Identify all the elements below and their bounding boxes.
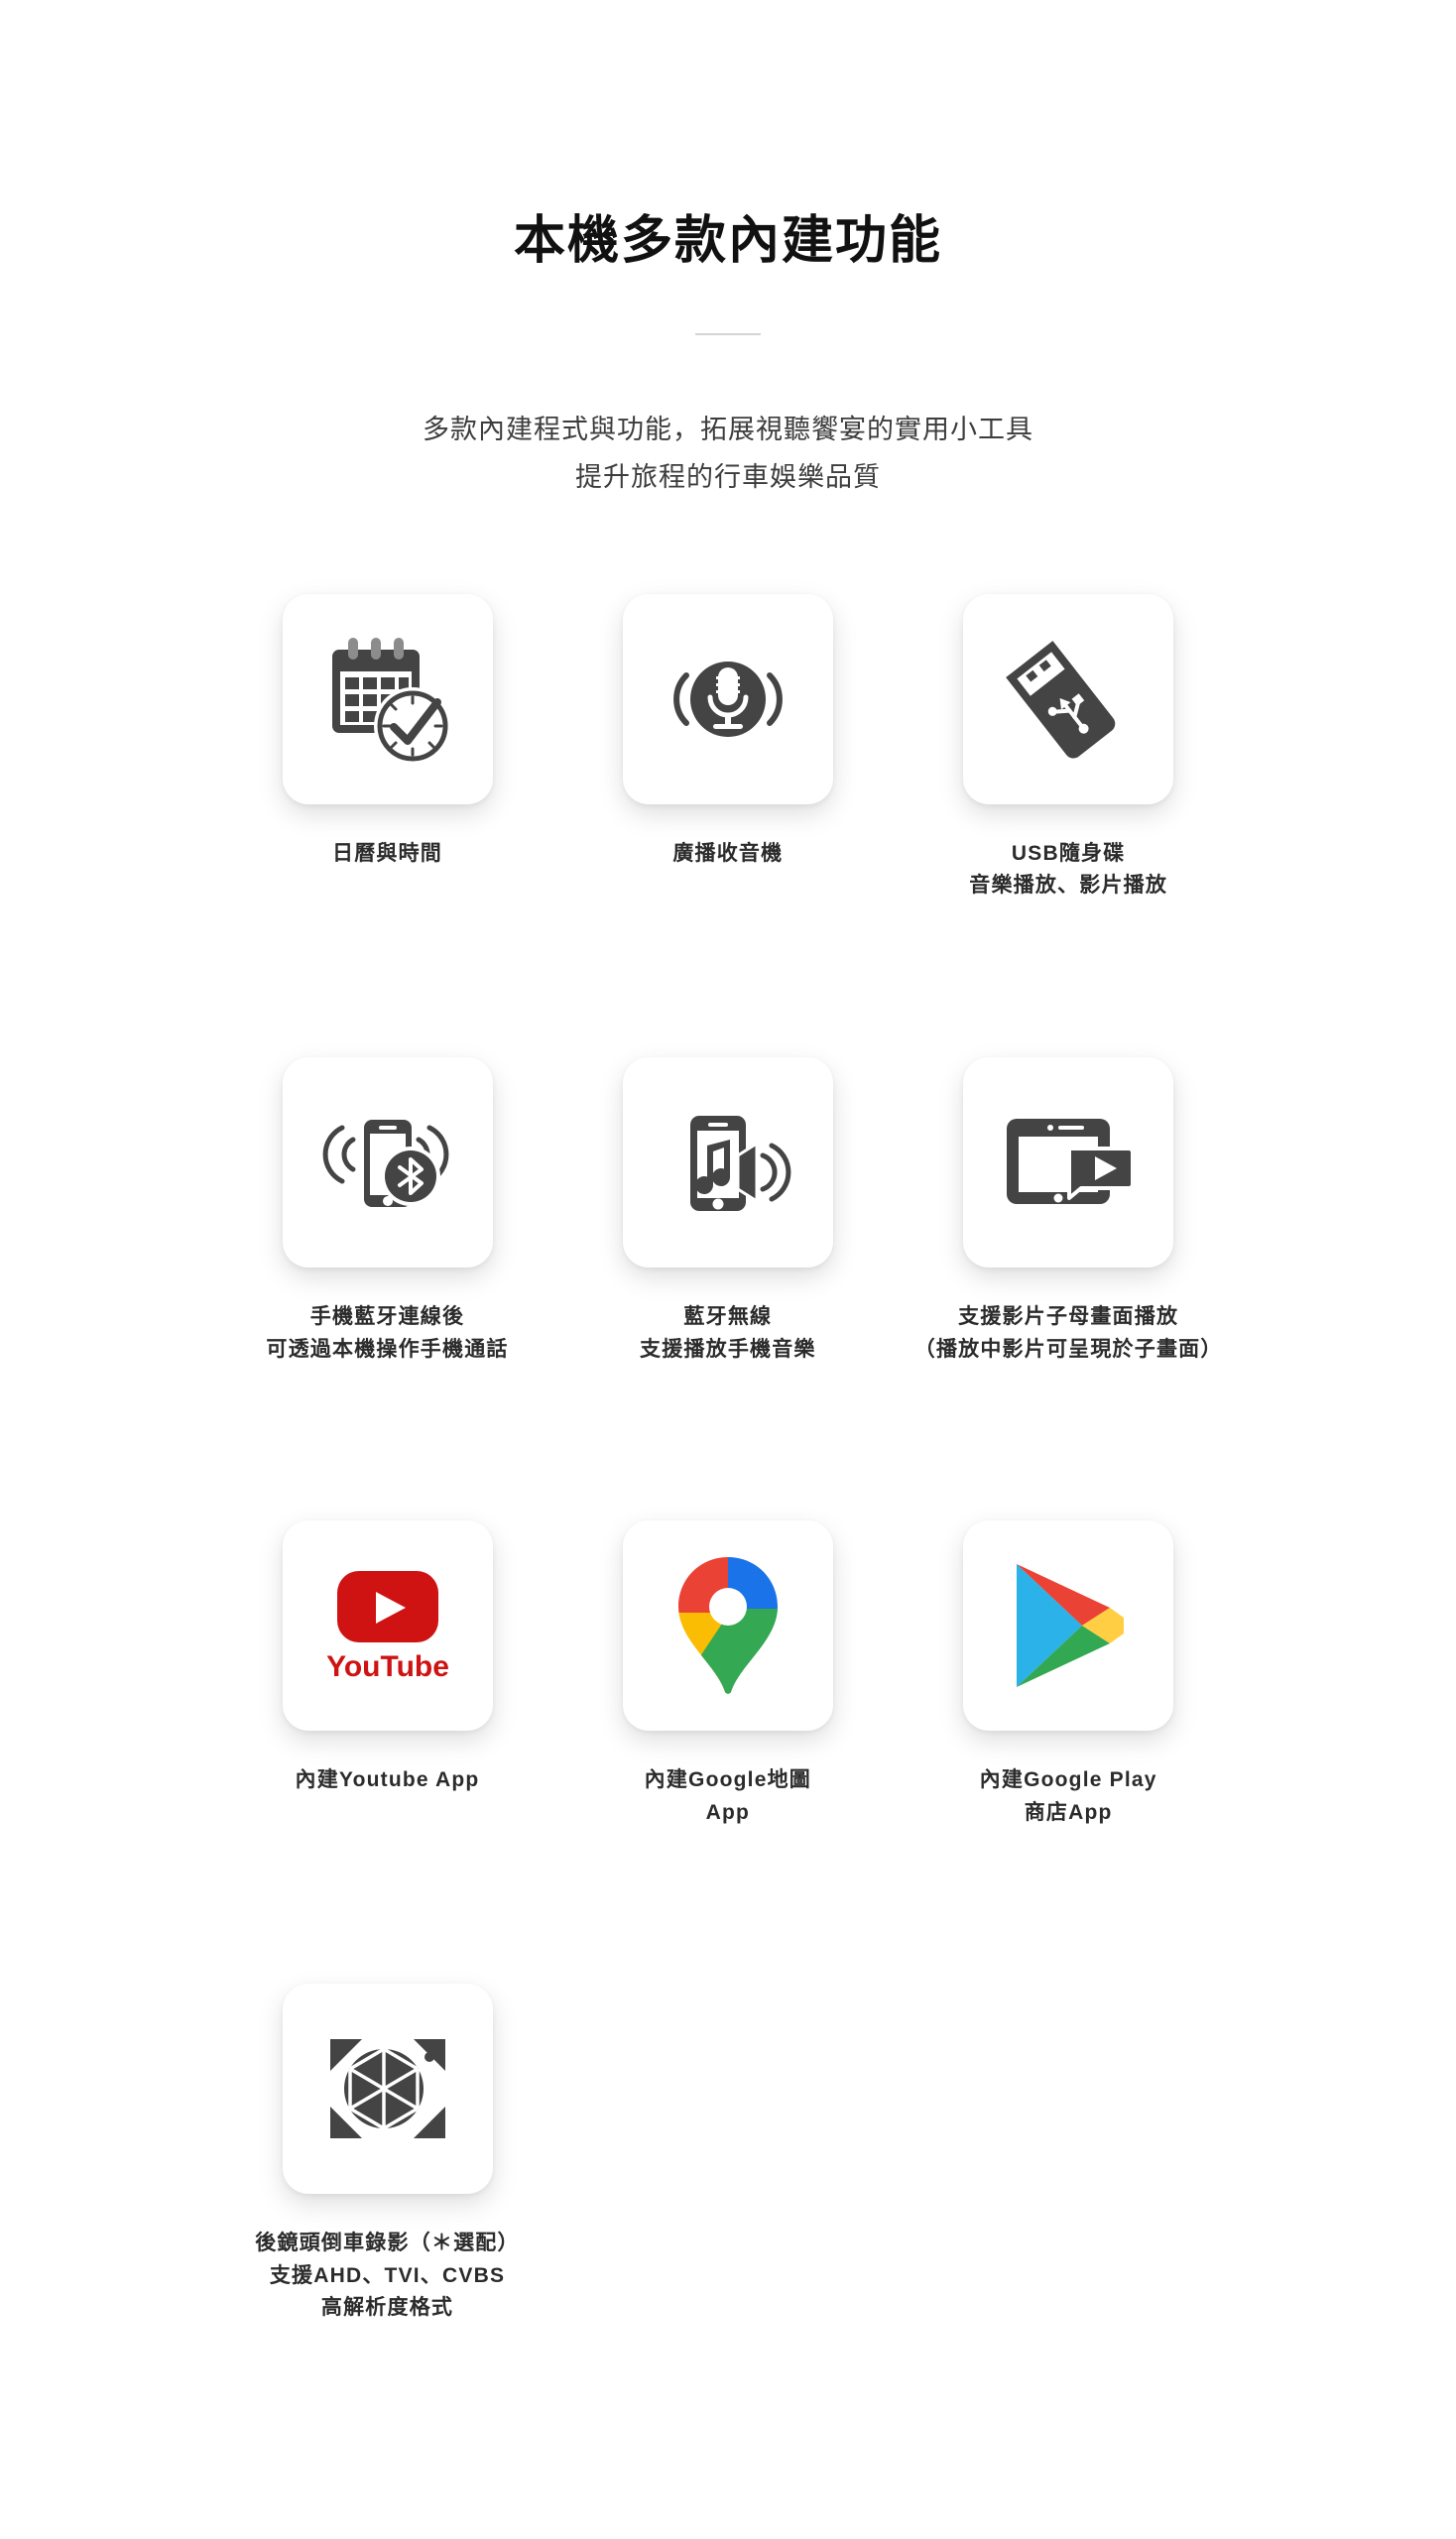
feature-icon-tile [282, 593, 493, 804]
page-subtitle: 多款內建程式與功能，拓展視聽饗宴的實用小工具 提升旅程的行車娛樂品質 [0, 407, 1456, 501]
feature-label: 後鏡頭倒車錄影（＊選配） 支援AHD、TVI、CVBS 高解析度格式 [224, 2228, 551, 2325]
feature-item-calendar[interactable]: 日曆與時間 [217, 556, 557, 903]
feature-label-line: 內建Google Play [979, 1768, 1157, 1792]
feature-icon-tile [282, 1984, 493, 2195]
feature-item-radio[interactable]: 廣播收音機 [557, 556, 898, 903]
feature-icon-tile [963, 593, 1174, 804]
feature-label: 支援影片子母畫面播放 （播放中影片可呈現於子畫面） [905, 1301, 1232, 1366]
feature-label-line: 內建Google地圖 [644, 1768, 811, 1792]
google-maps-pin-icon [677, 1557, 778, 1694]
phone-bluetooth-icon [322, 1119, 448, 1207]
youtube-logo-icon: YouTube [326, 1571, 449, 1683]
feature-label-line: 商店App [1024, 1800, 1113, 1824]
feature-page: 本機多款內建功能 多款內建程式與功能，拓展視聽饗宴的實用小工具 提升旅程的行車娛… [0, 0, 1456, 2539]
feature-icon-tile [963, 1520, 1174, 1732]
picture-in-picture-video-icon [1006, 1119, 1135, 1205]
feature-label: 內建Youtube App [224, 1764, 551, 1797]
feature-item-usb[interactable]: USB隨身碟 音樂播放、影片播放 [899, 556, 1239, 903]
feature-label-line: 支援AHD、TVI、CVBS [269, 2263, 506, 2287]
subtitle-line-2: 提升旅程的行車娛樂品質 [575, 461, 881, 492]
feature-label: USB隨身碟 音樂播放、影片播放 [905, 838, 1232, 903]
feature-label-line: 藍牙無線 [683, 1304, 773, 1328]
feature-label: 藍牙無線 支援播放手機音樂 [564, 1301, 892, 1366]
feature-icon-tile [622, 593, 833, 804]
usb-flash-drive-icon [1006, 640, 1116, 759]
feature-label-line: 支援播放手機音樂 [640, 1337, 816, 1361]
feature-label-line: 可透過本機操作手機通話 [266, 1337, 509, 1361]
feature-item-phone-bluetooth[interactable]: 手機藍牙連線後 可透過本機操作手機通話 [217, 1020, 557, 1366]
youtube-wordmark: YouTube [326, 1650, 449, 1683]
feature-grid: 日曆與時間 廣播收音機 USB隨身碟 音樂播放、影片播放 手機藍牙連線後 可透過… [217, 556, 1239, 2442]
feature-item-google-play[interactable]: 內建Google Play 商店App [899, 1483, 1239, 1829]
feature-label: 手機藍牙連線後 可透過本機操作手機通話 [224, 1301, 551, 1366]
google-play-logo-icon [1017, 1564, 1125, 1688]
feature-item-youtube[interactable]: YouTube 內建Youtube App [217, 1483, 557, 1829]
radio-microphone-icon [672, 657, 783, 741]
feature-label-line: 廣播收音機 [672, 841, 784, 865]
feature-label-line: USB隨身碟 [1011, 841, 1126, 865]
feature-label-line: （播放中影片可呈現於子畫面） [913, 1337, 1223, 1361]
feature-icon-tile [622, 1056, 833, 1268]
feature-label-line: 高解析度格式 [320, 2296, 454, 2320]
feature-item-google-maps[interactable]: 內建Google地圖 App [557, 1483, 898, 1829]
title-divider [695, 333, 761, 336]
feature-label-line: 音樂播放、影片播放 [969, 874, 1168, 898]
feature-icon-tile [622, 1520, 833, 1732]
subtitle-line-1: 多款內建程式與功能，拓展視聽饗宴的實用小工具 [423, 415, 1033, 445]
feature-label-line: 內建Youtube App [295, 1768, 480, 1792]
feature-label: 日曆與時間 [224, 838, 551, 871]
feature-item-pip[interactable]: 支援影片子母畫面播放 （播放中影片可呈現於子畫面） [899, 1020, 1239, 1366]
feature-icon-tile [282, 1056, 493, 1268]
feature-label-line: 手機藍牙連線後 [309, 1304, 465, 1328]
feature-icon-tile: YouTube [282, 1520, 493, 1732]
feature-label: 內建Google Play 商店App [905, 1764, 1232, 1829]
camera-aperture-icon [329, 2039, 445, 2139]
calendar-clock-icon [331, 637, 451, 765]
feature-label-line: 日曆與時間 [332, 841, 442, 865]
feature-icon-tile [963, 1056, 1174, 1268]
feature-label-line: 後鏡頭倒車錄影（＊選配） [255, 2232, 520, 2255]
feature-item-rear-camera[interactable]: 後鏡頭倒車錄影（＊選配） 支援AHD、TVI、CVBS 高解析度格式 [217, 1946, 557, 2325]
feature-label: 廣播收音機 [564, 838, 892, 871]
feature-label-line: App [705, 1800, 751, 1824]
feature-label: 內建Google地圖 App [564, 1764, 892, 1829]
feature-label-line: 支援影片子母畫面播放 [958, 1304, 1179, 1328]
feature-item-phone-music[interactable]: 藍牙無線 支援播放手機音樂 [557, 1020, 898, 1366]
phone-music-speaker-icon [689, 1115, 791, 1211]
page-title: 本機多款內建功能 [513, 212, 942, 270]
